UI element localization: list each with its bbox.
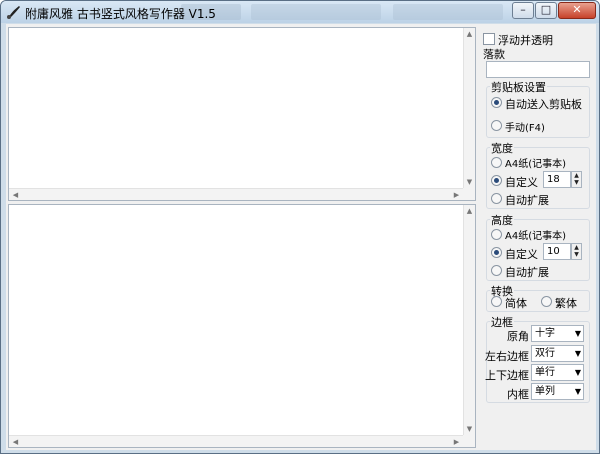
output-text-area[interactable]: ▲ ▼ ◀ ▶ xyxy=(8,204,476,448)
background-blur xyxy=(393,4,503,20)
background-blur xyxy=(251,4,381,20)
convert-traditional-radio[interactable] xyxy=(541,296,552,307)
clipboard-auto-radio[interactable] xyxy=(491,97,502,108)
chevron-down-icon: ▼ xyxy=(574,368,581,377)
vertical-scrollbar[interactable]: ▲ ▼ xyxy=(463,28,475,188)
clipboard-manual-label: 手动(F4) xyxy=(505,123,545,134)
brush-icon xyxy=(7,6,20,19)
width-custom-input[interactable]: 18 xyxy=(543,171,571,188)
clipboard-auto-label: 自动送入剪贴板 xyxy=(505,98,582,111)
scrollbar-corner xyxy=(463,435,475,447)
width-custom-radio[interactable] xyxy=(491,175,502,186)
inner-border-value: 单列 xyxy=(535,386,555,397)
scroll-right-icon[interactable]: ▶ xyxy=(451,437,462,447)
signature-label: 落款 xyxy=(483,48,505,61)
chevron-down-icon: ▼ xyxy=(574,349,581,358)
scroll-down-icon[interactable]: ▼ xyxy=(464,424,475,434)
corner-style-value: 十字 xyxy=(535,328,555,339)
width-a4-label: A4纸(记事本) xyxy=(505,159,567,170)
width-spinner[interactable]: ▲ ▼ xyxy=(571,171,582,188)
float-transparent-checkbox[interactable] xyxy=(483,33,495,45)
corner-style-select[interactable]: 十字 ▼ xyxy=(531,325,584,342)
inner-border-select[interactable]: 单列 ▼ xyxy=(531,383,584,400)
input-text-area[interactable]: ▲ ▼ ◀ ▶ xyxy=(8,27,476,201)
width-a4-radio[interactable] xyxy=(491,157,502,168)
spin-down-icon[interactable]: ▼ xyxy=(572,179,581,186)
height-spinner[interactable]: ▲ ▼ xyxy=(571,243,582,260)
scroll-up-icon[interactable]: ▲ xyxy=(464,29,475,39)
convert-traditional-label: 繁体 xyxy=(555,297,577,310)
width-group-title: 宽度 xyxy=(490,140,514,156)
width-custom-label: 自定义 xyxy=(505,176,538,189)
width-auto-label: 自动扩展 xyxy=(505,194,549,207)
spin-up-icon[interactable]: ▲ xyxy=(572,172,581,179)
app-window: 附庸风雅 古书竖式风格写作器 V1.5 – □ ✕ ▲ ▼ ◀ ▶ ▲ ▼ ◀ xyxy=(0,0,600,454)
horizontal-scrollbar[interactable]: ◀ ▶ xyxy=(9,435,463,447)
height-custom-input[interactable]: 10 xyxy=(543,243,571,260)
float-transparent-label: 浮动并透明 xyxy=(498,34,553,47)
tb-border-label: 上下边框 xyxy=(485,369,529,382)
chevron-down-icon: ▼ xyxy=(574,329,581,338)
close-button[interactable]: ✕ xyxy=(558,2,596,19)
height-group-title: 高度 xyxy=(490,212,514,228)
spin-down-icon[interactable]: ▼ xyxy=(572,251,581,258)
tb-border-select[interactable]: 单行 ▼ xyxy=(531,364,584,381)
height-custom-label: 自定义 xyxy=(505,248,538,261)
spin-up-icon[interactable]: ▲ xyxy=(572,244,581,251)
scrollbar-corner xyxy=(463,188,475,200)
settings-panel: 浮动并透明 落款 剪贴板设置 自动送入剪贴板 手动(F4) 宽度 A4纸(记事本… xyxy=(480,24,596,450)
client-area: ▲ ▼ ◀ ▶ ▲ ▼ ◀ ▶ 浮动并透明 落款 剪贴板设置 自动送入剪贴板 手… xyxy=(6,24,596,450)
convert-simplified-radio[interactable] xyxy=(491,296,502,307)
scroll-left-icon[interactable]: ◀ xyxy=(10,190,21,200)
window-title: 附庸风雅 古书竖式风格写作器 V1.5 xyxy=(25,7,216,21)
scroll-right-icon[interactable]: ▶ xyxy=(451,190,462,200)
height-custom-radio[interactable] xyxy=(491,247,502,258)
height-a4-radio[interactable] xyxy=(491,229,502,240)
lr-border-value: 双行 xyxy=(535,348,555,359)
convert-simplified-label: 简体 xyxy=(505,297,527,310)
height-auto-radio[interactable] xyxy=(491,265,502,276)
tb-border-value: 单行 xyxy=(535,367,555,378)
inner-border-label: 内框 xyxy=(507,388,529,401)
minimize-button[interactable]: – xyxy=(512,2,534,19)
horizontal-scrollbar[interactable]: ◀ ▶ xyxy=(9,188,463,200)
height-auto-label: 自动扩展 xyxy=(505,266,549,279)
maximize-button[interactable]: □ xyxy=(535,2,557,19)
title-bar[interactable]: 附庸风雅 古书竖式风格写作器 V1.5 – □ ✕ xyxy=(1,1,599,23)
chevron-down-icon: ▼ xyxy=(574,387,581,396)
lr-border-label: 左右边框 xyxy=(485,350,529,363)
height-a4-label: A4纸(记事本) xyxy=(505,231,567,242)
scroll-down-icon[interactable]: ▼ xyxy=(464,177,475,187)
clipboard-manual-radio[interactable] xyxy=(491,120,502,131)
scroll-up-icon[interactable]: ▲ xyxy=(464,206,475,216)
lr-border-select[interactable]: 双行 ▼ xyxy=(531,345,584,362)
width-auto-radio[interactable] xyxy=(491,193,502,204)
clipboard-group-title: 剪贴板设置 xyxy=(490,79,547,95)
signature-input[interactable] xyxy=(486,61,590,78)
vertical-scrollbar[interactable]: ▲ ▼ xyxy=(463,205,475,435)
corner-style-label: 原角 xyxy=(507,330,529,343)
scroll-left-icon[interactable]: ◀ xyxy=(10,437,21,447)
